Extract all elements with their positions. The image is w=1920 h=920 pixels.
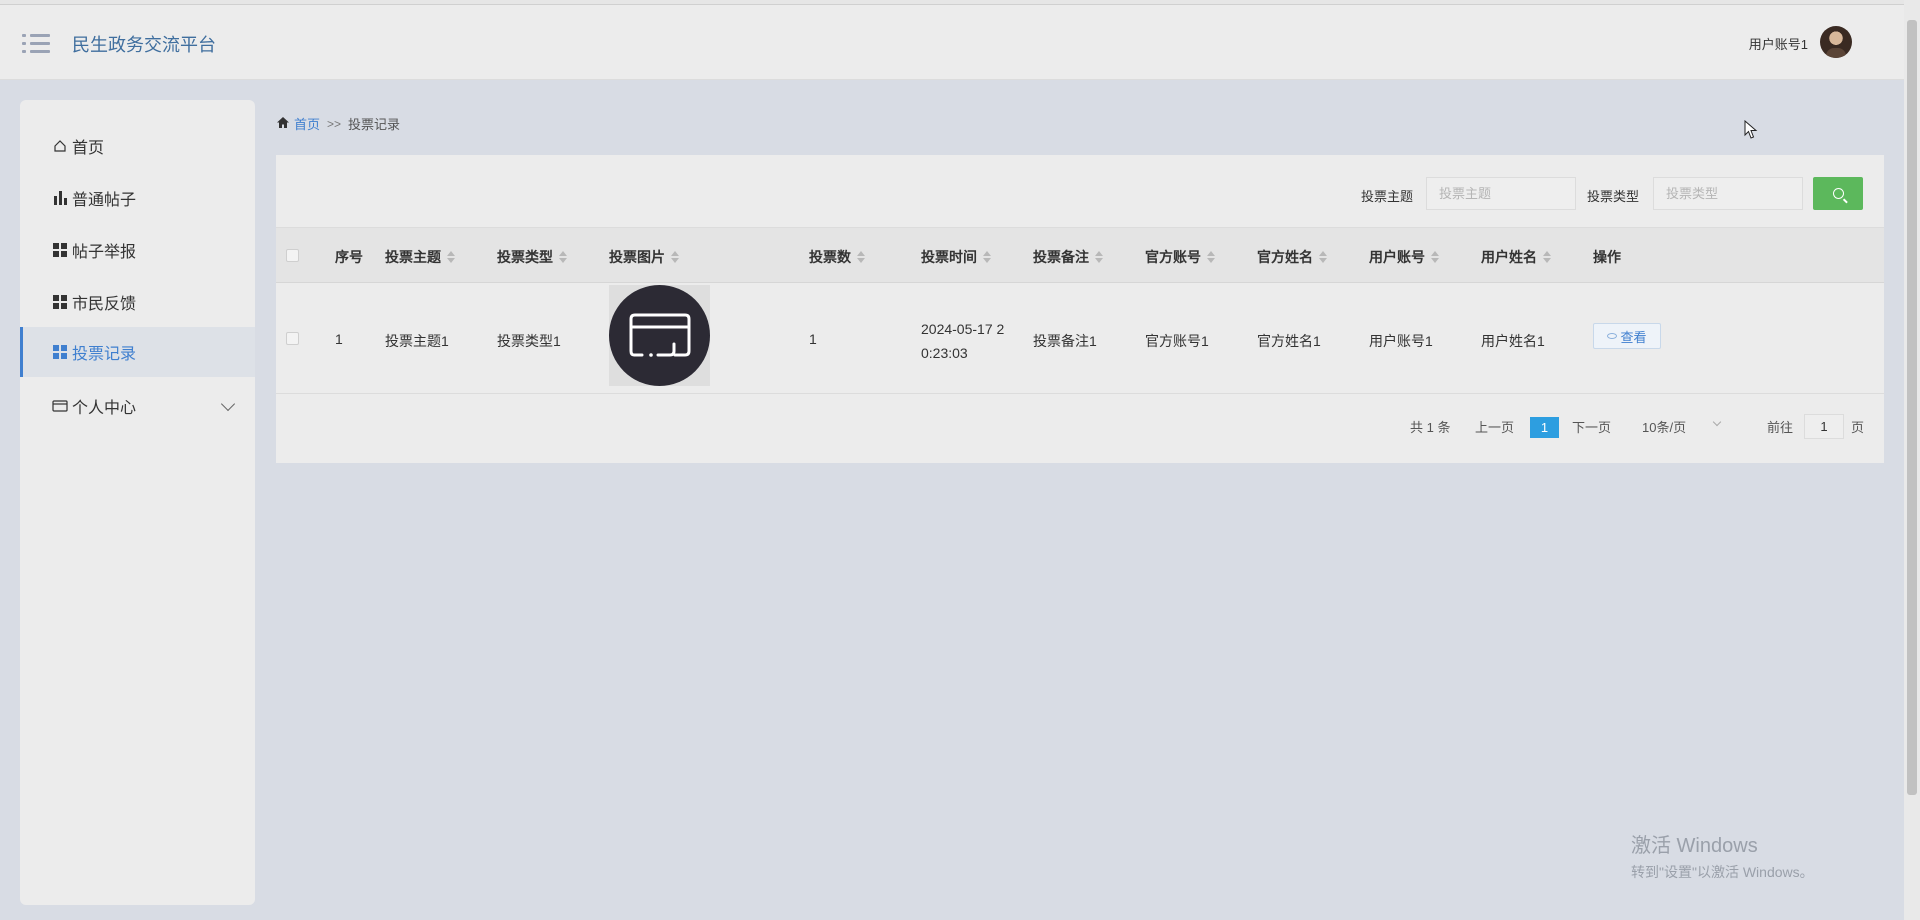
sidebar-item-label: 帖子举报 <box>72 244 137 261</box>
watermark-line2: 转到"设置"以激活 Windows。 <box>1631 864 1814 880</box>
sidebar-item-label: 投票记录 <box>72 346 137 363</box>
cell-index: 1 <box>335 331 343 347</box>
avatar[interactable] <box>1820 26 1852 58</box>
goto-suffix: 页 <box>1851 420 1865 435</box>
sidebar-item-label: 市民反馈 <box>72 296 137 313</box>
search-button[interactable] <box>1813 177 1863 210</box>
eye-icon <box>1607 333 1618 339</box>
sort-icon[interactable] <box>983 251 991 263</box>
sidebar: 首页 普通帖子 帖子举报 市民反馈 投票记录 个人中心 <box>20 100 255 905</box>
vote-image[interactable] <box>609 285 710 386</box>
sidebar-item-label: 个人中心 <box>72 400 137 417</box>
content-panel: 投票主题 投票类型 序号 投票主题 投票类型 投票图片 投票数 投票时间 投票备… <box>276 155 1884 463</box>
scrollbar-thumb[interactable] <box>1907 20 1917 795</box>
sort-icon[interactable] <box>559 251 567 263</box>
column-header-actions: 操作 <box>1593 249 1621 265</box>
column-header-user-name[interactable]: 用户姓名 <box>1481 247 1551 267</box>
select-all-checkbox[interactable] <box>286 249 299 262</box>
pagination-next[interactable]: 下一页 <box>1572 417 1611 436</box>
column-header-topic[interactable]: 投票主题 <box>385 247 455 267</box>
breadcrumb-home-link[interactable]: 首页 <box>294 114 320 133</box>
table-header: 序号 投票主题 投票类型 投票图片 投票数 投票时间 投票备注 官方账号 官方姓… <box>276 227 1884 283</box>
wallet-icon <box>52 398 68 414</box>
pagination-page-1[interactable]: 1 <box>1530 417 1559 438</box>
home-icon <box>52 138 68 154</box>
column-header-count[interactable]: 投票数 <box>809 247 865 267</box>
cell-official-account: 官方账号1 <box>1145 333 1209 349</box>
grid-icon <box>52 242 68 258</box>
breadcrumb-separator: >> <box>327 116 342 131</box>
watermark-line1: 激活 Windows <box>1631 835 1758 857</box>
column-header-type[interactable]: 投票类型 <box>497 247 567 267</box>
menu-toggle-icon[interactable] <box>22 32 50 54</box>
type-filter-input[interactable] <box>1653 177 1803 210</box>
column-header-user-account[interactable]: 用户账号 <box>1369 247 1439 267</box>
column-header-time[interactable]: 投票时间 <box>921 247 991 267</box>
cell-count: 1 <box>809 331 817 347</box>
breadcrumb: 首页 >> 投票记录 <box>276 114 400 133</box>
windows-activation-watermark: 激活 Windows 转到"设置"以激活 Windows。 <box>1631 829 1814 882</box>
pagination-total: 共 1 条 <box>1410 420 1451 435</box>
cell-official-name: 官方姓名1 <box>1257 333 1321 349</box>
cell-user-account: 用户账号1 <box>1369 333 1433 349</box>
breadcrumb-current: 投票记录 <box>348 117 401 132</box>
sort-icon[interactable] <box>1543 251 1551 263</box>
sort-icon[interactable] <box>1095 251 1103 263</box>
user-name[interactable]: 用户账号1 <box>1749 34 1808 53</box>
sort-icon[interactable] <box>1431 251 1439 263</box>
cell-user-name: 用户姓名1 <box>1481 333 1545 349</box>
column-header-official-name[interactable]: 官方姓名 <box>1257 247 1327 267</box>
sidebar-item-post-reports[interactable]: 帖子举报 <box>20 225 255 275</box>
sidebar-item-citizen-feedback[interactable]: 市民反馈 <box>20 277 255 327</box>
pagination-prev[interactable]: 上一页 <box>1475 417 1514 436</box>
grid-icon <box>52 294 68 310</box>
page-size-select[interactable]: 10条/页 <box>1642 417 1732 436</box>
sidebar-item-home[interactable]: 首页 <box>20 121 255 171</box>
app-title: 民生政务交流平台 <box>72 35 216 55</box>
grid-icon <box>52 344 68 360</box>
sidebar-item-label: 首页 <box>72 140 105 157</box>
sort-icon[interactable] <box>1207 251 1215 263</box>
sidebar-item-label: 普通帖子 <box>72 192 137 209</box>
sidebar-item-personal-center[interactable]: 个人中心 <box>20 381 255 431</box>
sort-icon[interactable] <box>857 251 865 263</box>
cell-remark: 投票备注1 <box>1033 333 1097 349</box>
goto-label: 前往 <box>1767 420 1794 435</box>
table-row: 1 投票主题1 投票类型1 1 2024-05-17 20:23:03 投票备注… <box>276 283 1884 394</box>
sidebar-item-posts[interactable]: 普通帖子 <box>20 173 255 223</box>
topic-filter-label: 投票主题 <box>1361 189 1414 204</box>
sidebar-item-vote-records[interactable]: 投票记录 <box>20 327 255 377</box>
bar-chart-icon <box>52 190 68 206</box>
column-header-image[interactable]: 投票图片 <box>609 247 679 267</box>
view-button[interactable]: 查看 <box>1593 323 1661 349</box>
card-placeholder-icon <box>629 313 690 357</box>
cell-topic: 投票主题1 <box>385 333 449 349</box>
row-checkbox[interactable] <box>286 332 299 345</box>
top-header: 民生政务交流平台 用户账号1 <box>0 5 1904 80</box>
chevron-down-icon <box>220 396 236 412</box>
cell-type: 投票类型1 <box>497 333 561 349</box>
type-filter-label: 投票类型 <box>1587 189 1640 204</box>
page-scrollbar[interactable] <box>1904 0 1920 920</box>
column-header-official-account[interactable]: 官方账号 <box>1145 247 1215 267</box>
goto-page-input[interactable] <box>1804 414 1844 439</box>
topic-filter-input[interactable] <box>1426 177 1576 210</box>
search-icon <box>1832 188 1844 199</box>
column-header-remark[interactable]: 投票备注 <box>1033 247 1103 267</box>
sort-icon[interactable] <box>1319 251 1327 263</box>
home-icon <box>276 116 290 132</box>
sort-icon[interactable] <box>671 251 679 263</box>
column-header-index: 序号 <box>335 249 363 265</box>
cell-time: 2024-05-17 20:23:03 <box>921 321 1005 361</box>
sort-icon[interactable] <box>447 251 455 263</box>
chevron-down-icon <box>1712 417 1722 427</box>
